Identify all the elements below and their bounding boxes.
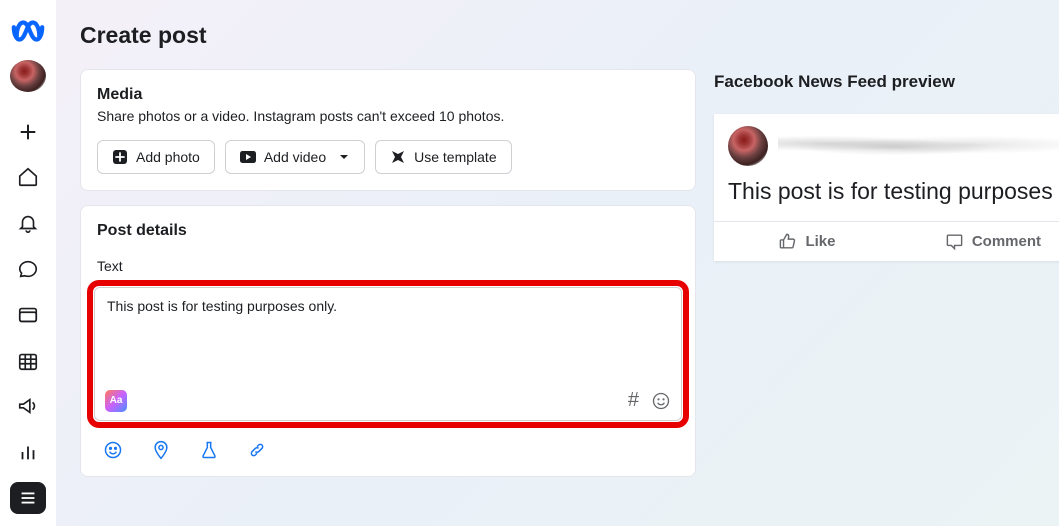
text-label: Text bbox=[97, 258, 679, 274]
create-icon[interactable] bbox=[10, 116, 46, 148]
add-photo-label: Add photo bbox=[136, 149, 200, 165]
media-subtitle: Share photos or a video. Instagram posts… bbox=[97, 108, 679, 124]
insights-icon[interactable] bbox=[10, 436, 46, 468]
media-card: Media Share photos or a video. Instagram… bbox=[80, 69, 696, 191]
notifications-icon[interactable] bbox=[10, 207, 46, 239]
preview-card: This post is for testing purposes o Like… bbox=[714, 114, 1059, 261]
preview-title: Facebook News Feed preview bbox=[714, 72, 1059, 92]
use-template-button[interactable]: Use template bbox=[375, 140, 511, 174]
comment-label: Comment bbox=[972, 233, 1041, 250]
comment-button[interactable]: Comment bbox=[900, 222, 1059, 261]
messages-icon[interactable] bbox=[10, 253, 46, 285]
like-button[interactable]: Like bbox=[714, 222, 900, 261]
media-title: Media bbox=[97, 86, 679, 104]
location-icon[interactable] bbox=[151, 440, 171, 460]
post-details-title: Post details bbox=[97, 222, 679, 240]
inbox-icon[interactable] bbox=[10, 299, 46, 331]
meta-logo[interactable] bbox=[11, 14, 45, 48]
feeling-icon[interactable] bbox=[103, 440, 123, 460]
chevron-down-icon bbox=[338, 151, 350, 163]
hashtag-button[interactable]: # bbox=[628, 389, 639, 412]
avatar[interactable] bbox=[10, 60, 46, 92]
link-icon[interactable] bbox=[247, 440, 267, 460]
add-video-label: Add video bbox=[264, 149, 326, 165]
add-video-button[interactable]: Add video bbox=[225, 140, 365, 174]
menu-icon[interactable] bbox=[10, 482, 46, 514]
like-icon bbox=[778, 232, 797, 251]
page-title: Create post bbox=[80, 22, 696, 49]
main-content: Create post Media Share photos or a vide… bbox=[56, 0, 1059, 526]
add-photo-button[interactable]: Add photo bbox=[97, 140, 215, 174]
emoji-icon[interactable] bbox=[651, 391, 671, 411]
like-label: Like bbox=[805, 233, 835, 250]
comment-icon bbox=[945, 232, 964, 251]
preview-post-text: This post is for testing purposes o bbox=[714, 174, 1059, 221]
flask-icon[interactable] bbox=[199, 440, 219, 460]
post-details-card: Post details Text Aa # bbox=[80, 205, 696, 477]
post-text-input[interactable] bbox=[95, 288, 681, 380]
use-template-label: Use template bbox=[414, 149, 496, 165]
highlight-annotation: Aa # bbox=[87, 280, 689, 428]
home-icon[interactable] bbox=[10, 162, 46, 194]
background-style-button[interactable]: Aa bbox=[105, 390, 127, 412]
preview-page-name-redacted bbox=[778, 133, 1059, 159]
ads-icon[interactable] bbox=[10, 391, 46, 423]
calendar-icon[interactable] bbox=[10, 345, 46, 377]
preview-avatar bbox=[728, 126, 768, 166]
sidebar bbox=[0, 0, 56, 526]
